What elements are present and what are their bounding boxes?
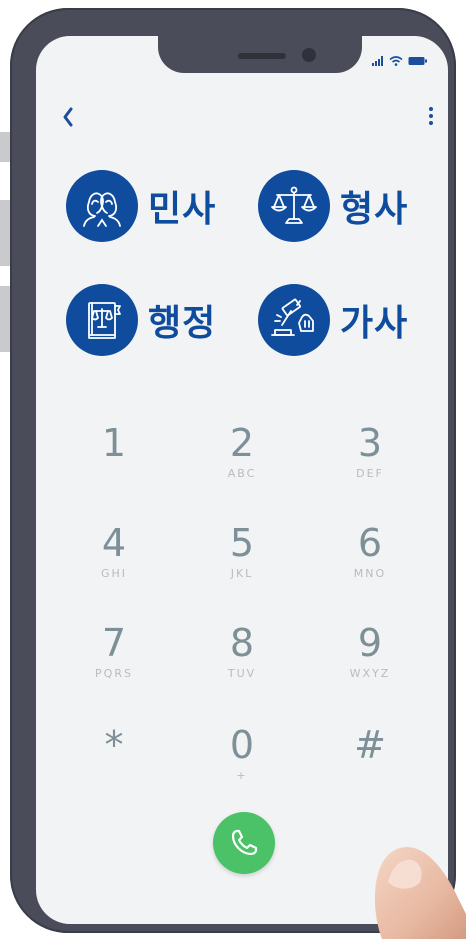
wifi-icon: [389, 56, 403, 66]
key-2[interactable]: 2 ABC: [187, 421, 297, 511]
category-label: 형사: [340, 189, 409, 230]
battery-icon: [408, 57, 427, 65]
key-letters: DEF: [356, 467, 384, 480]
key-7[interactable]: 7 PQRS: [59, 621, 169, 711]
category-administrative-button[interactable]: 행정: [66, 284, 216, 356]
status-bar-icons: [372, 56, 428, 66]
finger-illustration: [374, 846, 466, 939]
key-4[interactable]: 4 GHI: [59, 521, 169, 611]
phone-handset-icon: [231, 829, 258, 856]
key-digit: 8: [229, 621, 255, 665]
category-label: 민사: [148, 189, 217, 230]
key-letters: ABC: [227, 467, 257, 480]
notch: [158, 36, 362, 73]
key-6[interactable]: 6 MNO: [315, 521, 425, 611]
category-civil-button[interactable]: 민사: [66, 170, 216, 242]
key-digit: 1: [101, 421, 127, 465]
category-label: 행정: [148, 303, 217, 344]
back-button[interactable]: [56, 104, 80, 130]
key-0[interactable]: 0 +: [187, 723, 297, 813]
key-digit: 6: [357, 521, 383, 565]
phone-screen: 민사 형사 행정 가사 1 2 ABC 3 DEF 4 GHI 5 JKL 6 …: [36, 36, 448, 924]
chevron-left-icon: [63, 107, 73, 127]
scales-of-justice-icon: [258, 170, 330, 242]
phone-frame: 민사 형사 행정 가사 1 2 ABC 3 DEF 4 GHI 5 JKL 6 …: [10, 8, 456, 933]
category-criminal-button[interactable]: 형사: [258, 170, 408, 242]
key-1[interactable]: 1: [59, 421, 169, 511]
key-digit: 2: [229, 421, 255, 465]
key-digit: 7: [101, 621, 127, 665]
key-3[interactable]: 3 DEF: [315, 421, 425, 511]
key-5[interactable]: 5 JKL: [187, 521, 297, 611]
key-letters: TUV: [227, 667, 257, 680]
key-digit: 4: [101, 521, 127, 565]
key-digit: #: [354, 723, 386, 767]
gavel-icon: [258, 284, 330, 356]
speaker-grille: [238, 53, 286, 59]
key-digit: 5: [229, 521, 255, 565]
key-digit: *: [104, 723, 124, 767]
category-family-button[interactable]: 가사: [258, 284, 408, 356]
key-hash[interactable]: #: [315, 723, 425, 813]
key-letters: PQRS: [95, 667, 133, 680]
key-letters: JKL: [230, 567, 254, 580]
key-digit: 9: [357, 621, 383, 665]
law-book-icon: [66, 284, 138, 356]
key-digit: 3: [357, 421, 383, 465]
key-letters: MNO: [353, 567, 387, 580]
key-letters: WXYZ: [349, 667, 391, 680]
key-letters: +: [236, 769, 248, 782]
signal-icon: [372, 56, 383, 66]
key-letters: GHI: [100, 567, 128, 580]
key-8[interactable]: 8 TUV: [187, 621, 297, 711]
vertical-dots-icon: [429, 107, 433, 111]
front-camera: [302, 48, 316, 62]
two-people-icon: [66, 170, 138, 242]
call-button[interactable]: [213, 812, 275, 874]
category-label: 가사: [340, 303, 409, 344]
key-digit: 0: [229, 723, 255, 767]
key-star[interactable]: *: [59, 723, 169, 813]
key-9[interactable]: 9 WXYZ: [315, 621, 425, 711]
more-options-button[interactable]: [424, 102, 438, 130]
